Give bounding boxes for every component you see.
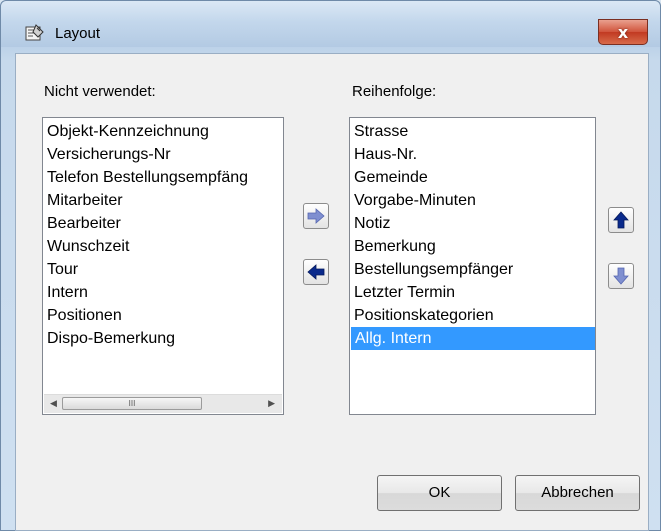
move-down-button[interactable]: [608, 263, 634, 289]
scrollbar-grip: III: [128, 399, 136, 408]
close-icon: x: [617, 22, 629, 42]
app-icon: [25, 24, 45, 44]
list-item[interactable]: Bestellungsempfänger: [350, 258, 595, 281]
ok-button[interactable]: OK: [377, 475, 502, 511]
horizontal-scrollbar[interactable]: ◀ III ▶: [44, 394, 282, 413]
list-item[interactable]: Objekt-Kennzeichnung: [43, 120, 283, 143]
list-item[interactable]: Bemerkung: [350, 235, 595, 258]
list-item[interactable]: Wunschzeit: [43, 235, 283, 258]
scroll-left-icon[interactable]: ◀: [50, 399, 57, 409]
cancel-button[interactable]: Abbrechen: [515, 475, 640, 511]
list-item[interactable]: Notiz: [350, 212, 595, 235]
scroll-right-icon[interactable]: ▶: [268, 399, 275, 409]
list-item[interactable]: Positionen: [43, 304, 283, 327]
order-label: Reihenfolge:: [352, 83, 437, 100]
title-bar[interactable]: Layout x: [1, 1, 660, 47]
list-item[interactable]: Bearbeiter: [43, 212, 283, 235]
arrow-down-icon: [613, 267, 629, 285]
list-item[interactable]: Tour: [43, 258, 283, 281]
layout-dialog: Layout x Nicht verwendet: Reihenfolge: O…: [0, 0, 661, 531]
list-item[interactable]: Haus-Nr.: [350, 143, 595, 166]
close-button[interactable]: x: [598, 19, 648, 45]
list-item[interactable]: Telefon Bestellungsempfäng: [43, 166, 283, 189]
list-item-selected[interactable]: Allg. Intern: [351, 327, 595, 350]
list-item[interactable]: Versicherungs-Nr: [43, 143, 283, 166]
list-item[interactable]: Intern: [43, 281, 283, 304]
window-title: Layout: [55, 25, 101, 42]
move-left-button[interactable]: [303, 259, 329, 285]
list-item[interactable]: Vorgabe-Minuten: [350, 189, 595, 212]
list-item[interactable]: Positionskategorien: [350, 304, 595, 327]
unused-fields-list[interactable]: Objekt-Kennzeichnung Versicherungs-Nr Te…: [42, 117, 284, 415]
list-item[interactable]: Strasse: [350, 120, 595, 143]
arrow-up-icon: [613, 211, 629, 229]
arrow-left-icon: [307, 264, 325, 280]
list-item[interactable]: Gemeinde: [350, 166, 595, 189]
move-up-button[interactable]: [608, 207, 634, 233]
list-item[interactable]: Dispo-Bemerkung: [43, 327, 283, 350]
move-right-button[interactable]: [303, 203, 329, 229]
scrollbar-thumb[interactable]: III: [62, 397, 202, 410]
list-item[interactable]: Mitarbeiter: [43, 189, 283, 212]
list-item[interactable]: Letzter Termin: [350, 281, 595, 304]
order-list[interactable]: Strasse Haus-Nr. Gemeinde Vorgabe-Minute…: [349, 117, 596, 415]
arrow-right-icon: [307, 208, 325, 224]
unused-fields-label: Nicht verwendet:: [44, 83, 156, 100]
